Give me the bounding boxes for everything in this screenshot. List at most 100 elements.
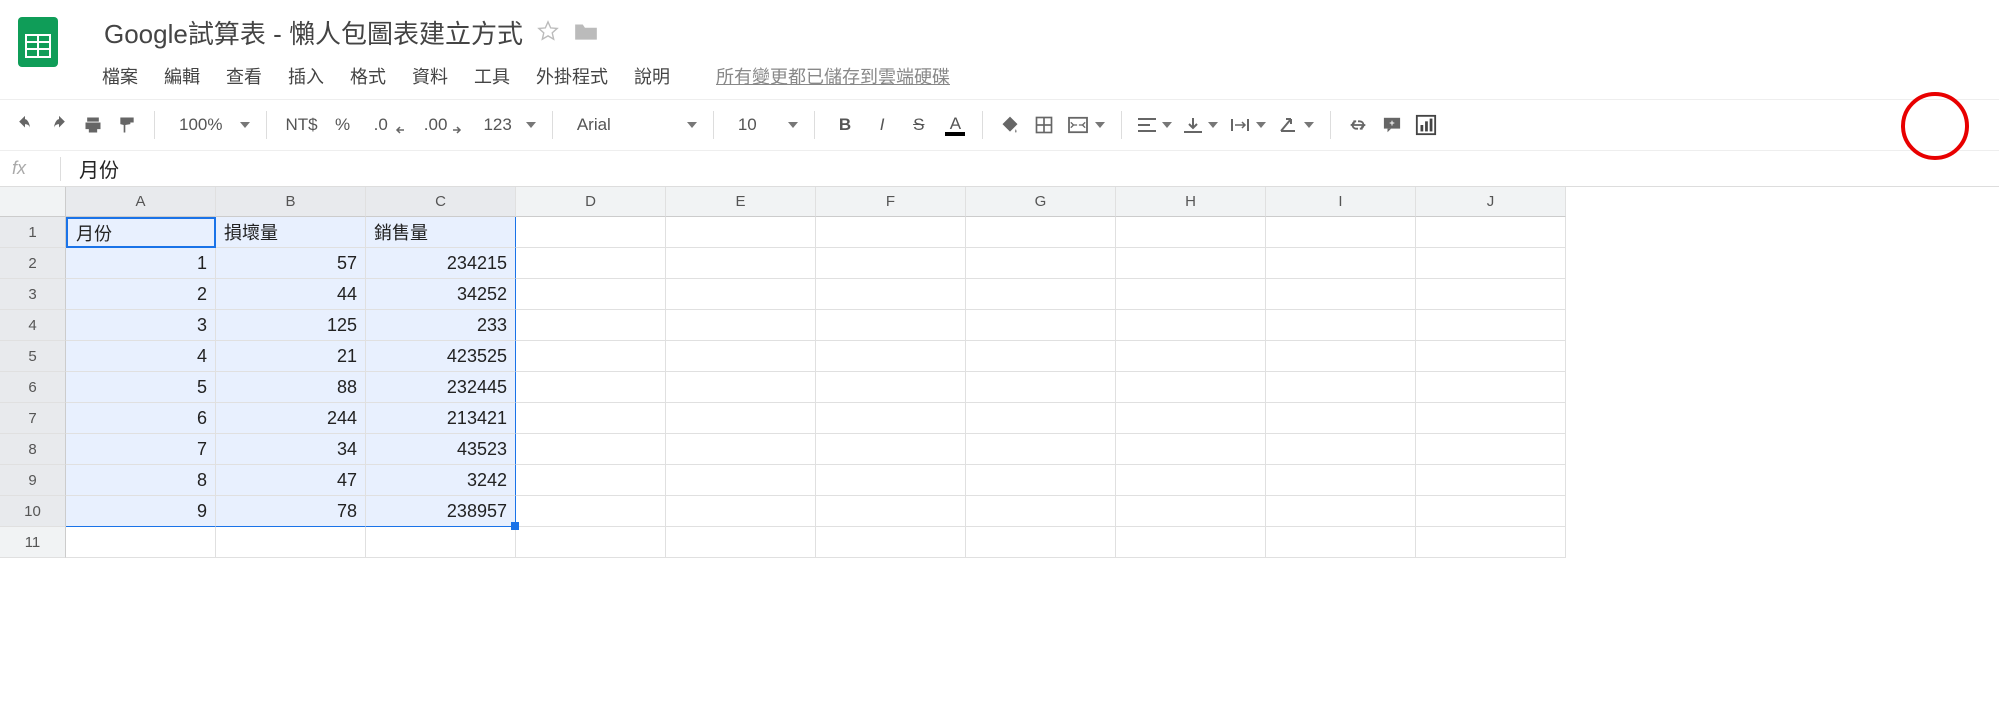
cell[interactable] bbox=[1116, 248, 1266, 279]
cell[interactable] bbox=[1116, 341, 1266, 372]
select-all-corner[interactable] bbox=[0, 187, 66, 217]
cell[interactable] bbox=[666, 279, 816, 310]
cell[interactable] bbox=[1116, 372, 1266, 403]
redo-button[interactable] bbox=[42, 108, 76, 142]
cell[interactable] bbox=[1416, 279, 1566, 310]
cell[interactable] bbox=[816, 248, 966, 279]
star-icon[interactable] bbox=[537, 20, 559, 45]
cell[interactable] bbox=[666, 465, 816, 496]
cell[interactable] bbox=[666, 341, 816, 372]
undo-button[interactable] bbox=[8, 108, 42, 142]
text-color-button[interactable]: A bbox=[938, 108, 972, 142]
cell[interactable] bbox=[1416, 403, 1566, 434]
cell[interactable]: 43523 bbox=[366, 434, 516, 465]
cell[interactable] bbox=[1116, 310, 1266, 341]
column-header[interactable]: H bbox=[1116, 187, 1266, 217]
cell[interactable] bbox=[1266, 465, 1416, 496]
cell[interactable] bbox=[516, 434, 666, 465]
save-status[interactable]: 所有變更都已儲存到雲端硬碟 bbox=[716, 63, 950, 89]
cell[interactable]: 44 bbox=[216, 279, 366, 310]
cell[interactable] bbox=[966, 372, 1116, 403]
doc-title[interactable]: Google試算表 - 懶人包圖表建立方式 bbox=[104, 14, 523, 51]
cell[interactable]: 47 bbox=[216, 465, 366, 496]
cell[interactable] bbox=[516, 279, 666, 310]
row-header[interactable]: 5 bbox=[0, 341, 66, 372]
cell[interactable] bbox=[516, 403, 666, 434]
paint-format-button[interactable] bbox=[110, 108, 144, 142]
cell[interactable] bbox=[1116, 465, 1266, 496]
column-header[interactable]: G bbox=[966, 187, 1116, 217]
bold-button[interactable]: B bbox=[825, 108, 865, 142]
font-size-dropdown[interactable]: 10 bbox=[724, 108, 804, 142]
cell[interactable]: 6 bbox=[66, 403, 216, 434]
row-header[interactable]: 4 bbox=[0, 310, 66, 341]
cell[interactable] bbox=[816, 434, 966, 465]
cell[interactable] bbox=[1416, 465, 1566, 496]
menu-item[interactable]: 資料 bbox=[412, 63, 448, 89]
cell[interactable] bbox=[1416, 248, 1566, 279]
cell[interactable]: 3242 bbox=[366, 465, 516, 496]
cell[interactable]: 125 bbox=[216, 310, 366, 341]
selection-handle[interactable] bbox=[511, 522, 519, 530]
cell[interactable] bbox=[1116, 403, 1266, 434]
cell[interactable] bbox=[666, 310, 816, 341]
cell[interactable] bbox=[666, 434, 816, 465]
cell[interactable] bbox=[1266, 248, 1416, 279]
cell[interactable] bbox=[1416, 527, 1566, 558]
cell[interactable] bbox=[1266, 341, 1416, 372]
cell[interactable]: 損壞量 bbox=[216, 217, 366, 248]
cell[interactable] bbox=[516, 310, 666, 341]
cell[interactable] bbox=[666, 372, 816, 403]
font-family-dropdown[interactable]: Arial bbox=[563, 108, 703, 142]
cell[interactable] bbox=[816, 310, 966, 341]
cell[interactable] bbox=[1416, 217, 1566, 248]
cell[interactable] bbox=[816, 403, 966, 434]
cell[interactable] bbox=[1266, 310, 1416, 341]
cell[interactable]: 88 bbox=[216, 372, 366, 403]
cell[interactable]: 2 bbox=[66, 279, 216, 310]
cell[interactable] bbox=[966, 279, 1116, 310]
cell[interactable] bbox=[966, 341, 1116, 372]
cell[interactable]: 月份 bbox=[66, 217, 216, 248]
menu-item[interactable]: 說明 bbox=[634, 63, 670, 89]
cell[interactable]: 78 bbox=[216, 496, 366, 527]
cell[interactable]: 9 bbox=[66, 496, 216, 527]
italic-button[interactable]: I bbox=[865, 108, 899, 142]
borders-button[interactable] bbox=[1027, 108, 1061, 142]
cell[interactable] bbox=[1266, 496, 1416, 527]
column-header[interactable]: E bbox=[666, 187, 816, 217]
cell[interactable]: 銷售量 bbox=[366, 217, 516, 248]
cell[interactable] bbox=[666, 496, 816, 527]
row-header[interactable]: 2 bbox=[0, 248, 66, 279]
cell[interactable] bbox=[1416, 310, 1566, 341]
cell[interactable] bbox=[1116, 434, 1266, 465]
cell[interactable] bbox=[816, 496, 966, 527]
menu-item[interactable]: 查看 bbox=[226, 63, 262, 89]
cell[interactable] bbox=[966, 527, 1116, 558]
insert-comment-button[interactable]: + bbox=[1375, 108, 1409, 142]
cell[interactable]: 4 bbox=[66, 341, 216, 372]
cell[interactable] bbox=[516, 372, 666, 403]
zoom-dropdown[interactable]: 100% bbox=[165, 108, 256, 142]
cell[interactable] bbox=[516, 465, 666, 496]
cell[interactable] bbox=[666, 248, 816, 279]
cell[interactable] bbox=[516, 527, 666, 558]
cell[interactable] bbox=[816, 372, 966, 403]
row-header[interactable]: 9 bbox=[0, 465, 66, 496]
cell[interactable] bbox=[1266, 434, 1416, 465]
number-format-dropdown[interactable]: 123 bbox=[469, 108, 541, 142]
cell[interactable] bbox=[966, 248, 1116, 279]
cell[interactable]: 238957 bbox=[366, 496, 516, 527]
cell[interactable] bbox=[66, 527, 216, 558]
cell[interactable] bbox=[966, 465, 1116, 496]
cell[interactable] bbox=[1266, 403, 1416, 434]
cell[interactable] bbox=[1116, 217, 1266, 248]
cell[interactable]: 232445 bbox=[366, 372, 516, 403]
row-header[interactable]: 6 bbox=[0, 372, 66, 403]
column-header[interactable]: J bbox=[1416, 187, 1566, 217]
cell[interactable] bbox=[516, 341, 666, 372]
cell[interactable] bbox=[516, 496, 666, 527]
menu-item[interactable]: 檔案 bbox=[102, 63, 138, 89]
horizontal-align-button[interactable] bbox=[1132, 108, 1178, 142]
cell[interactable]: 34252 bbox=[366, 279, 516, 310]
